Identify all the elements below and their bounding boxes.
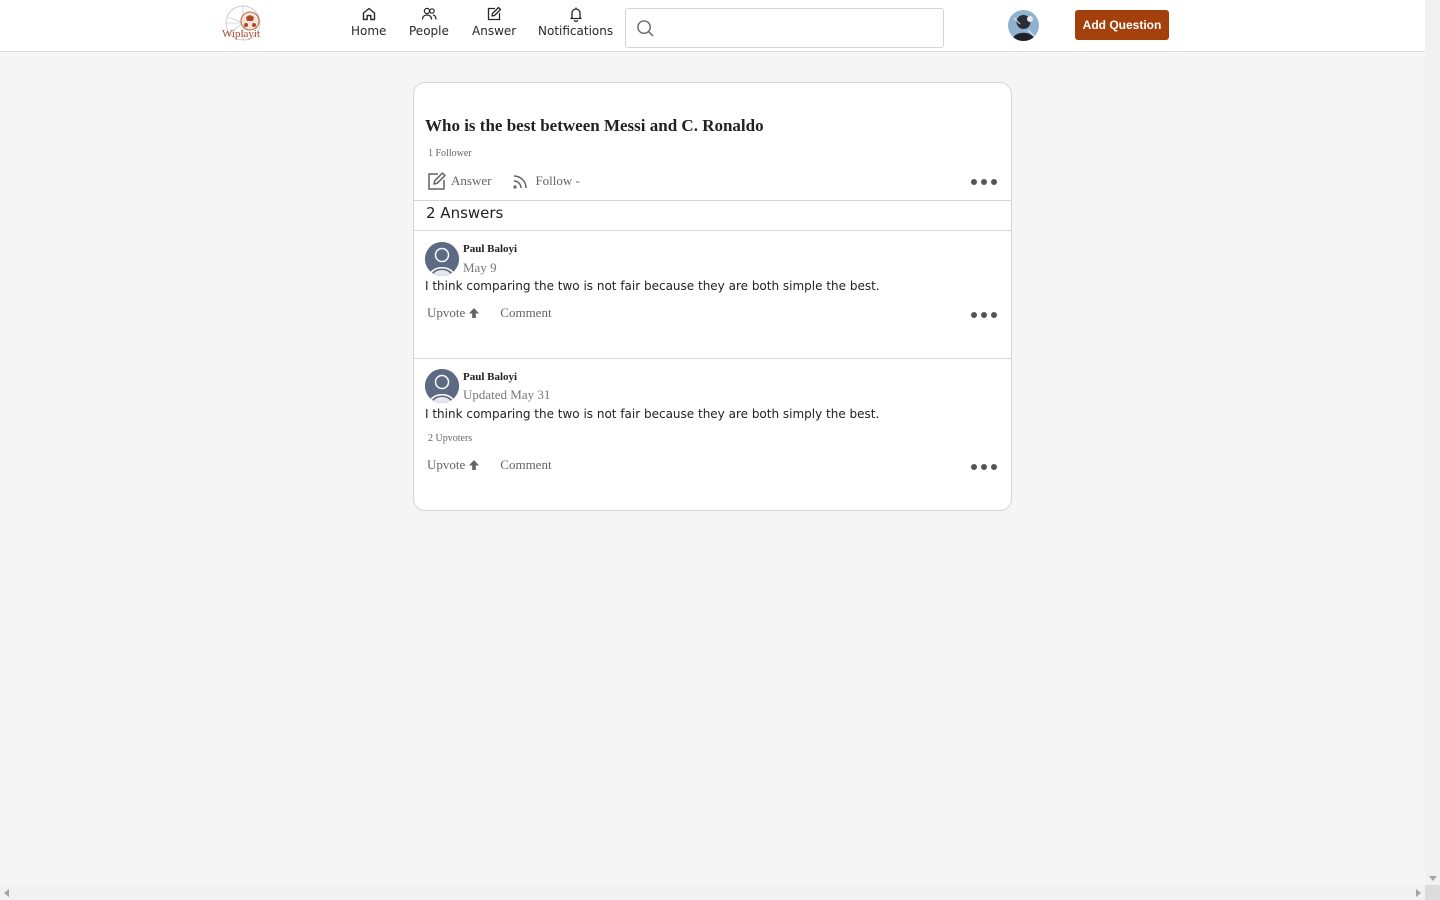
question-actions: Answer Follow - [427,171,580,191]
home-icon [362,7,375,21]
arrow-up-icon [469,308,480,318]
upvote-button[interactable]: Upvote [427,305,480,321]
dot-icon [981,464,987,470]
nav-home[interactable]: Home [351,6,386,38]
nav-home-label: Home [351,24,387,38]
nav-answer-label: Answer [472,24,517,38]
scroll-down-arrow-icon[interactable] [1429,876,1437,881]
default-avatar-icon [425,369,459,403]
comment-button-label: Comment [500,457,552,472]
answer-date: Updated May 31 [463,387,551,402]
answer-button-label: Answer [451,173,492,188]
question-more-options[interactable] [971,178,997,186]
dot-icon [971,312,977,318]
answer-actions: Upvote Comment [427,457,552,473]
arrow-up-icon [469,460,480,470]
comment-button[interactable]: Comment [500,305,551,321]
nav-people[interactable]: People [409,6,449,38]
dot-icon [991,179,997,185]
answer-author-name[interactable]: Paul Baloyi [463,243,517,255]
answer-actions: Upvote Comment [427,305,552,321]
edit-icon [487,6,502,21]
add-question-button[interactable]: Add Question [1075,10,1169,40]
dot-icon [981,312,987,318]
scroll-left-arrow-icon[interactable] [4,889,9,897]
question-title: Who is the best between Messi and C. Ron… [425,116,764,135]
follow-button-label: Follow - [535,173,580,188]
answer-date: May 9 [463,260,497,275]
upvote-button[interactable]: Upvote [427,457,480,473]
upvote-button-label: Upvote [427,457,466,472]
answer-upvoters[interactable]: 2 Upvoters [428,433,472,444]
answers-count: 2 Answers [426,204,504,222]
question-card: Who is the best between Messi and C. Ron… [413,82,1012,511]
logo-text: Wiplayit [222,28,260,40]
answer-more-options[interactable] [971,311,997,319]
answer-text: I think comparing the two is not fair be… [425,279,880,293]
people-icon [421,7,437,20]
answer-text: I think comparing the two is not fair be… [425,407,880,421]
user-avatar[interactable] [1008,10,1039,41]
top-navbar: Wiplayit Home People Answer Notification… [0,0,1425,52]
nav-people-label: People [409,24,449,38]
question-followers[interactable]: 1 Follower [428,148,472,159]
horizontal-scrollbar[interactable] [0,885,1425,900]
edit-icon [428,172,446,190]
dot-icon [971,464,977,470]
bell-icon [569,7,582,22]
answer-author-avatar[interactable] [425,369,459,403]
dot-icon [991,312,997,318]
answer-more-options[interactable] [971,463,997,471]
comment-button[interactable]: Comment [500,457,551,473]
rss-feed-icon [513,175,528,189]
follow-button[interactable]: Follow - [511,171,580,191]
dot-icon [971,179,977,185]
scroll-right-arrow-icon[interactable] [1416,889,1421,897]
answer-author-avatar[interactable] [425,242,459,276]
answer-author-name[interactable]: Paul Baloyi [463,371,517,383]
search-icon [637,19,654,37]
vertical-scrollbar[interactable] [1425,0,1440,885]
divider [414,358,1011,359]
nav-notifications[interactable]: Notifications [538,6,613,38]
dot-icon [991,464,997,470]
scrollbar-corner [1425,885,1440,900]
comment-button-label: Comment [500,305,552,320]
nav-notifications-label: Notifications [538,24,614,38]
search-input[interactable] [663,13,933,43]
wiplayit-logo[interactable]: Wiplayit [220,3,266,47]
search-bar [625,8,944,48]
upvote-button-label: Upvote [427,305,466,320]
answer-button[interactable]: Answer [427,171,491,191]
divider [414,230,1011,231]
divider [414,200,1011,201]
default-avatar-icon [425,242,459,276]
dot-icon [981,179,987,185]
nav-answer[interactable]: Answer [472,6,516,38]
